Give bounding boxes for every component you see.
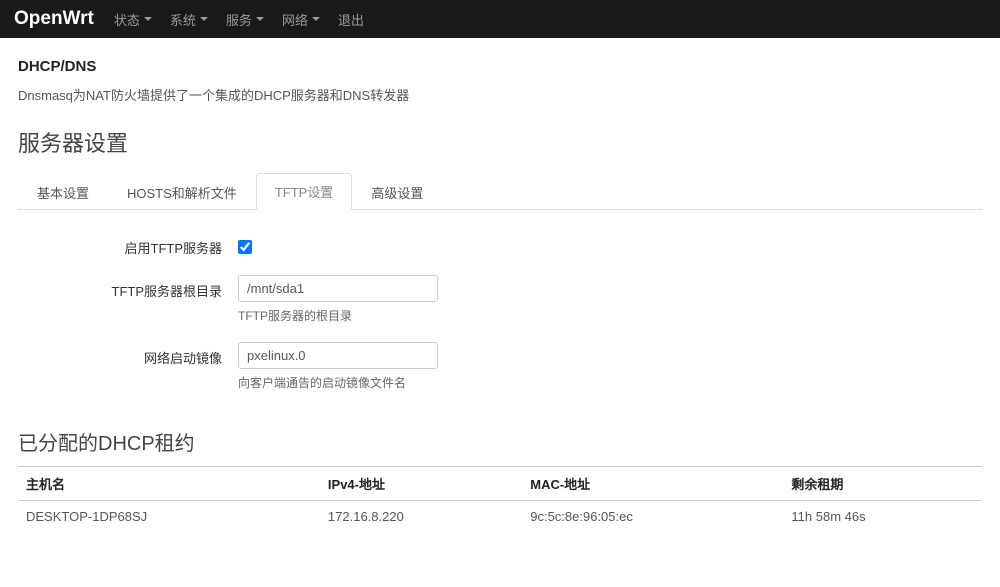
caret-down-icon bbox=[312, 17, 320, 21]
nav-label: 服务 bbox=[226, 10, 252, 29]
nav-item-status[interactable]: 状态 bbox=[114, 10, 152, 29]
cell-ipv4: 172.16.8.220 bbox=[320, 501, 522, 533]
help-tftp-root: TFTP服务器的根目录 bbox=[238, 307, 982, 324]
nav-label: 网络 bbox=[282, 10, 308, 29]
main-content: DHCP/DNS Dnsmasq为NAT防火墙提供了一个集成的DHCP服务器和D… bbox=[0, 38, 1000, 544]
field-boot-image: 向客户端通告的启动镜像文件名 bbox=[238, 342, 982, 391]
table-row: DESKTOP-1DP68SJ 172.16.8.220 9c:5c:8e:96… bbox=[18, 501, 982, 533]
checkbox-enable-tftp[interactable] bbox=[238, 240, 252, 254]
section-heading-leases: 已分配的DHCP租约 bbox=[18, 427, 982, 456]
brand[interactable]: OpenWrt bbox=[14, 8, 94, 30]
caret-down-icon bbox=[144, 17, 152, 21]
leases-table: 主机名 IPv4-地址 MAC-地址 剩余租期 DESKTOP-1DP68SJ … bbox=[18, 466, 982, 532]
cell-remaining: 11h 58m 46s bbox=[783, 501, 982, 533]
row-enable-tftp: 启用TFTP服务器 bbox=[18, 232, 982, 257]
table-header-row: 主机名 IPv4-地址 MAC-地址 剩余租期 bbox=[18, 467, 982, 501]
row-tftp-root: TFTP服务器根目录 TFTP服务器的根目录 bbox=[18, 275, 982, 324]
row-boot-image: 网络启动镜像 向客户端通告的启动镜像文件名 bbox=[18, 342, 982, 391]
top-navbar: OpenWrt 状态 系统 服务 网络 退出 bbox=[0, 0, 1000, 38]
col-hostname: 主机名 bbox=[18, 467, 320, 501]
caret-down-icon bbox=[200, 17, 208, 21]
nav-label: 系统 bbox=[170, 10, 196, 29]
caret-down-icon bbox=[256, 17, 264, 21]
nav-item-network[interactable]: 网络 bbox=[282, 10, 320, 29]
tab-general[interactable]: 基本设置 bbox=[18, 174, 108, 210]
tab-bar: 基本设置 HOSTS和解析文件 TFTP设置 高级设置 bbox=[18, 172, 982, 210]
page-title: DHCP/DNS bbox=[18, 58, 982, 75]
col-remaining: 剩余租期 bbox=[783, 467, 982, 501]
tab-advanced[interactable]: 高级设置 bbox=[352, 174, 442, 210]
nav-item-logout[interactable]: 退出 bbox=[338, 10, 364, 29]
page-description: Dnsmasq为NAT防火墙提供了一个集成的DHCP服务器和DNS转发器 bbox=[18, 85, 982, 104]
nav-label: 状态 bbox=[114, 10, 140, 29]
input-tftp-root[interactable] bbox=[238, 275, 438, 302]
label-tftp-root: TFTP服务器根目录 bbox=[18, 275, 238, 300]
nav-item-system[interactable]: 系统 bbox=[170, 10, 208, 29]
cell-hostname: DESKTOP-1DP68SJ bbox=[18, 501, 320, 533]
field-tftp-root: TFTP服务器的根目录 bbox=[238, 275, 982, 324]
field-enable-tftp bbox=[238, 232, 982, 257]
help-boot-image: 向客户端通告的启动镜像文件名 bbox=[238, 374, 982, 391]
cell-mac: 9c:5c:8e:96:05:ec bbox=[522, 501, 783, 533]
label-enable-tftp: 启用TFTP服务器 bbox=[18, 232, 238, 257]
section-heading-server: 服务器设置 bbox=[18, 126, 982, 158]
nav-item-services[interactable]: 服务 bbox=[226, 10, 264, 29]
col-ipv4: IPv4-地址 bbox=[320, 467, 522, 501]
tab-hosts[interactable]: HOSTS和解析文件 bbox=[108, 174, 256, 210]
label-boot-image: 网络启动镜像 bbox=[18, 342, 238, 367]
tab-tftp[interactable]: TFTP设置 bbox=[256, 173, 353, 210]
col-mac: MAC-地址 bbox=[522, 467, 783, 501]
input-boot-image[interactable] bbox=[238, 342, 438, 369]
